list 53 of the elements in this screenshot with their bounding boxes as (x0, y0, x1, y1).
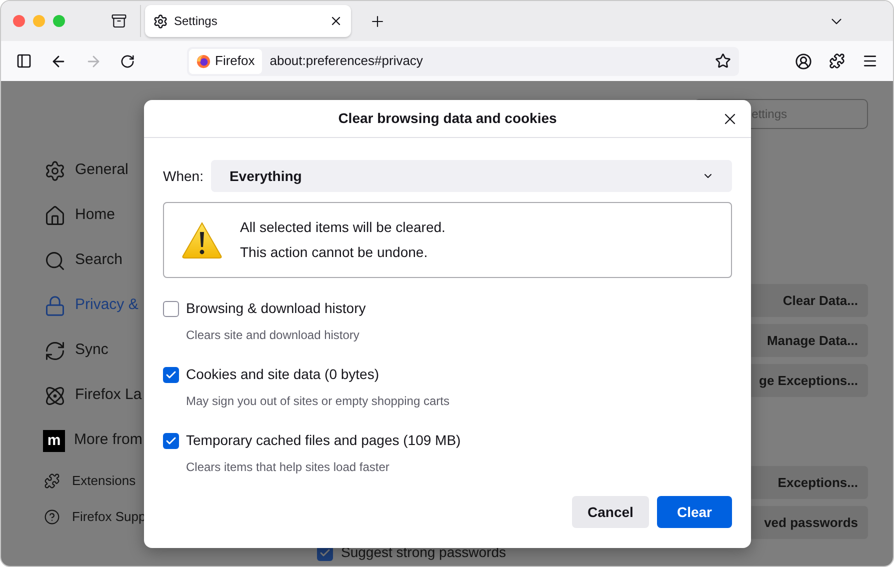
reload-icon[interactable] (120, 54, 135, 68)
sidebar-item[interactable]: m More from (43, 418, 145, 463)
house-icon (44, 204, 66, 226)
option-description: May sign you out of sites or empty shopping carts (186, 393, 450, 410)
menu-icon[interactable] (862, 53, 878, 69)
puzzle-icon (44, 473, 60, 489)
checkbox[interactable] (163, 300, 179, 316)
sidebar-item[interactable]: General (43, 148, 145, 193)
identity-badge[interactable]: Firefox (189, 48, 262, 74)
gear-icon (153, 14, 168, 28)
check-icon (319, 546, 331, 558)
sidebar-item[interactable]: Sync (43, 328, 145, 373)
account-icon[interactable] (795, 52, 812, 70)
sidebar-item[interactable]: Search (43, 238, 145, 283)
logo-icon: m (43, 430, 65, 452)
cancel-button[interactable]: Cancel (572, 496, 649, 528)
browser-tab[interactable]: Settings (145, 5, 351, 37)
option-description: Clears site and download history (186, 327, 360, 344)
sync-icon (44, 340, 66, 362)
sidebar-toggle-icon[interactable] (16, 53, 32, 69)
check-icon (165, 368, 177, 380)
checkbox[interactable] (163, 432, 179, 448)
option-label: Browsing & download history (186, 299, 366, 318)
sidebar-item[interactable]: Firefox La (43, 373, 145, 418)
warning-text: All selected items will be cleared. (240, 218, 446, 237)
time-range-dropdown[interactable]: Everything (211, 160, 732, 192)
tab-title: Settings (174, 13, 218, 30)
check-icon (165, 434, 177, 446)
atom-icon (44, 384, 66, 406)
help-icon (44, 509, 60, 525)
tab-list-icon[interactable] (111, 13, 127, 29)
warning-text: This action cannot be undone. (240, 243, 429, 262)
gear-icon (44, 160, 66, 182)
clear-button[interactable]: Clear (657, 496, 732, 528)
option-label: Cookies and site data (0 bytes) (186, 365, 379, 384)
checkbox-label: Suggest strong passwords (341, 543, 506, 562)
puzzle-icon[interactable] (829, 53, 845, 69)
when-label: When: (163, 166, 204, 186)
checkbox[interactable] (163, 366, 179, 382)
bookmark-star-icon[interactable] (715, 53, 731, 69)
address-bar[interactable]: Firefox about:preferences#privacy (187, 46, 739, 76)
sidebar-item[interactable]: Extensions (43, 463, 145, 499)
search-icon (44, 250, 66, 272)
padlock-icon (44, 294, 66, 316)
option-description: Clears items that help sites load faster (186, 459, 390, 476)
url-text: about:preferences#privacy (270, 52, 424, 70)
close-tab-icon[interactable] (329, 14, 343, 28)
warning-icon (181, 221, 223, 259)
option-label: Temporary cached files and pages (109 MB) (186, 431, 461, 450)
dialog-title: Clear browsing data and cookies (338, 109, 557, 128)
fox-logo-icon (196, 54, 211, 68)
sidebar-item[interactable]: Privacy & (43, 283, 145, 328)
sidebar-item[interactable]: Home (43, 193, 145, 238)
